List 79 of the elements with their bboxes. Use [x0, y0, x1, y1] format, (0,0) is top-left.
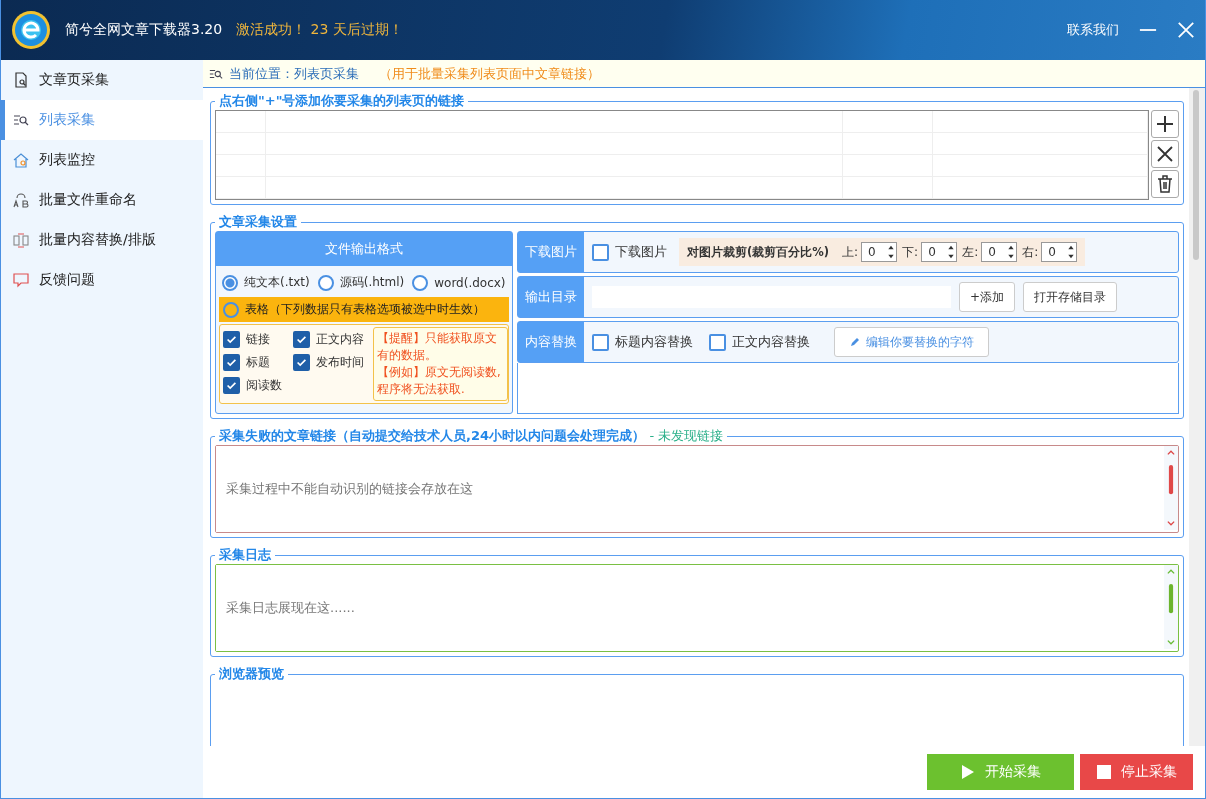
checkbox[interactable] [592, 243, 609, 261]
checkbox[interactable] [293, 331, 310, 348]
scrollbar-icon[interactable] [1164, 565, 1178, 649]
number-field[interactable]: 0 [921, 242, 958, 262]
number-field[interactable]: 0 [861, 242, 898, 262]
sidebar-item[interactable]: 批量内容替换/排版 [1, 220, 203, 260]
failed-links-status: - 未发现链接 [649, 428, 724, 443]
breadcrumb-label: 当前位置：列表页采集 [229, 64, 359, 83]
tip-text: 【例如】原文无阅读数,程序将无法获取. [377, 364, 502, 398]
radio-button[interactable] [412, 274, 429, 291]
sidebar-item[interactable]: 反馈问题 [1, 260, 203, 300]
radio-label: 源码(.html) [339, 274, 405, 291]
sidebar-item[interactable]: 文章页采集 [1, 60, 203, 100]
directory-button[interactable]: 打开存储目录 [1023, 282, 1118, 312]
house-search-icon [13, 152, 29, 168]
number-field[interactable]: 0 [1041, 242, 1078, 262]
checkbox-label: 阅读数 [246, 377, 282, 394]
crop-side-label: 上: [842, 243, 859, 261]
row-label: 下载图片 [518, 232, 584, 272]
checkbox[interactable] [709, 333, 726, 351]
radio-label: 纯文本(.txt) [244, 274, 310, 291]
swap-pages-icon [13, 232, 29, 248]
contact-link[interactable]: 联系我们 [1067, 21, 1119, 39]
checkbox-label: 正文内容 [316, 331, 364, 348]
close-icon [1155, 144, 1175, 164]
directory-button[interactable]: +添加 [959, 282, 1016, 312]
checkbox-label: 标题内容替换 [615, 333, 693, 351]
remove-button[interactable] [1151, 140, 1179, 168]
crop-side-label: 右: [1022, 243, 1039, 261]
delete-button[interactable] [1151, 170, 1179, 198]
section-legend: 采集日志 [215, 546, 275, 564]
tip-text: 【提醒】只能获取原文有的数据。 [377, 330, 498, 364]
plus-icon [1155, 114, 1175, 134]
checkbox[interactable] [223, 354, 240, 371]
crop-side-label: 下: [902, 243, 919, 261]
radio-label: 表格（下列数据只有表格选项被选中时生效） [245, 301, 485, 318]
checkbox[interactable] [293, 354, 310, 371]
row-label: 输出目录 [518, 277, 584, 317]
logo-icon [11, 10, 51, 50]
chat-bubble-icon [13, 272, 29, 288]
checkbox-label: 发布时间 [316, 354, 364, 371]
stop-button[interactable]: 停止采集 [1080, 754, 1193, 790]
play-icon [960, 764, 975, 780]
section-legend: 点右侧"+"号添加你要采集的列表页的链接 [215, 92, 469, 110]
row-label: 内容替换 [518, 322, 584, 362]
letters-icon [13, 192, 29, 208]
pencil-icon [849, 336, 861, 348]
trash-icon [1155, 174, 1175, 194]
activation-status: 激活成功！ 23 天后过期！ [236, 21, 403, 39]
section-legend: 文章采集设置 [215, 213, 301, 231]
format-header: 文件输出格式 [216, 232, 512, 266]
add-button[interactable] [1151, 110, 1179, 138]
checkbox-label: 链接 [246, 331, 270, 348]
radio-label: word(.docx) [434, 275, 506, 290]
checkbox[interactable] [223, 377, 240, 394]
scrollbar[interactable] [1189, 88, 1205, 746]
checkbox-label: 标题 [246, 354, 270, 371]
close-icon[interactable] [1177, 21, 1195, 39]
document-search-icon [13, 72, 29, 88]
app-title: 简兮全网文章下载器3.20 [65, 21, 223, 39]
checkbox[interactable] [592, 333, 609, 351]
section-legend: 采集失败的文章链接（自动提交给技术人员,24小时以内问题会处理完成） [219, 428, 646, 443]
checkbox-label: 正文内容替换 [732, 333, 810, 351]
sidebar-item[interactable]: 列表监控 [1, 140, 203, 180]
scrollbar-icon[interactable] [1164, 446, 1178, 530]
crop-label: 对图片裁剪(裁剪百分比%) [687, 244, 830, 260]
checkbox[interactable] [223, 331, 240, 348]
list-search-icon [13, 112, 29, 128]
breadcrumb-note: （用于批量采集列表页面中文章链接） [379, 64, 600, 83]
crop-side-label: 左: [962, 243, 979, 261]
sidebar-item[interactable]: 批量文件重命名 [1, 180, 203, 220]
radio-button[interactable] [222, 274, 238, 291]
number-field[interactable]: 0 [981, 242, 1018, 262]
edit-replacements-button[interactable]: 编辑你要替换的字符 [834, 327, 989, 357]
section-legend: 浏览器预览 [215, 665, 288, 683]
radio-button[interactable] [223, 301, 239, 318]
checkbox-label: 下载图片 [615, 243, 667, 261]
radio-button[interactable] [317, 274, 334, 291]
stop-icon [1096, 764, 1111, 780]
